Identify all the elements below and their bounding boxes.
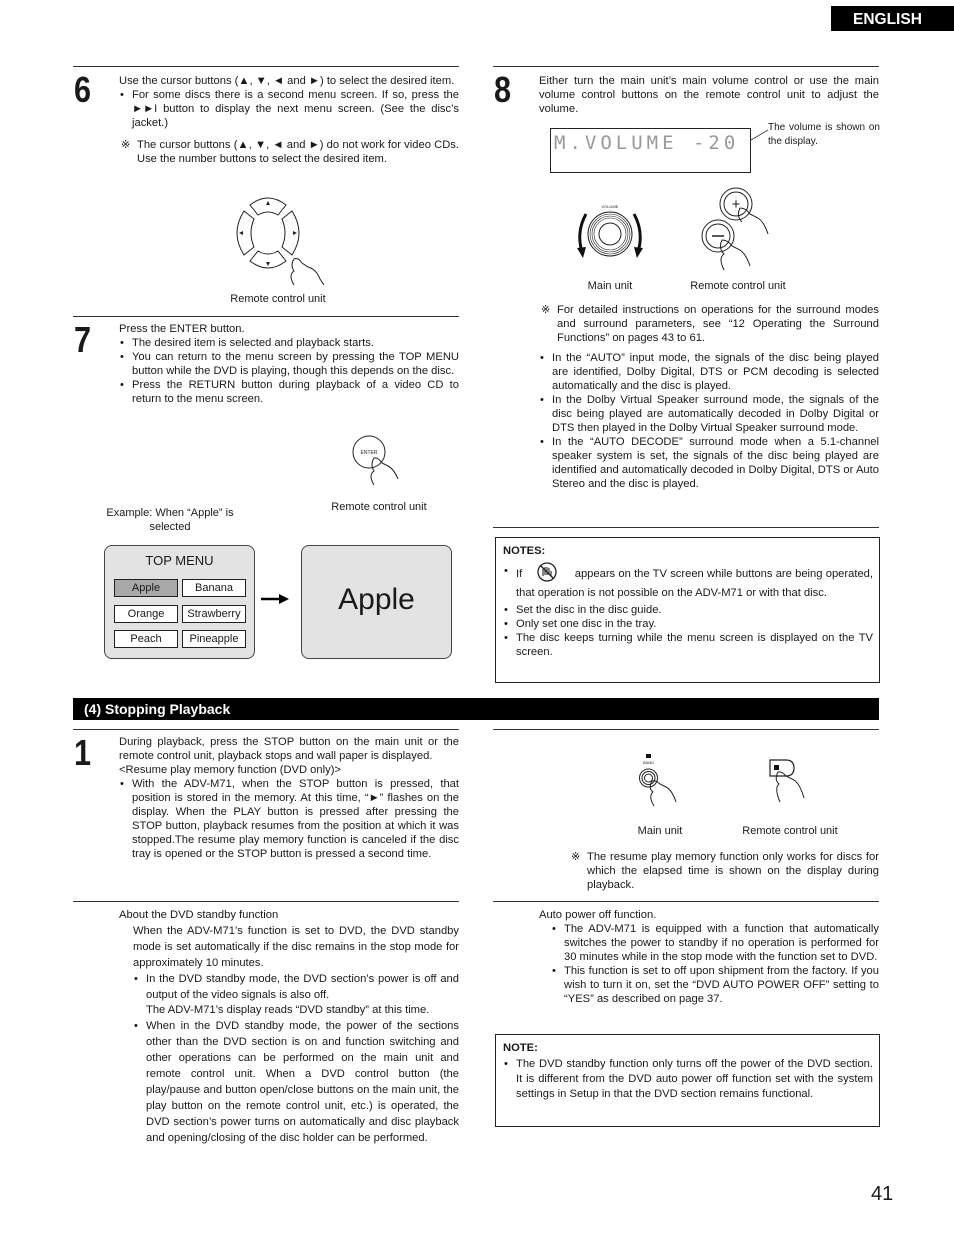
step7-bullet: The desired item is selected and playbac… [119,336,459,350]
step8-intro: Either turn the main unit’s main volume … [539,75,879,115]
standby-heading: About the DVD standby function [119,909,279,921]
menu-item-pineapple[interactable]: Pineapple [182,630,246,648]
standby-intro: When the ADV-M71’s function is set to DV… [133,924,459,969]
auto-power-off-section: Auto power off function. The ADV-M71 is … [539,908,879,1006]
figure-caption: Remote control unit [230,293,326,305]
notes-item: The disc keeps turning while the menu sc… [503,631,873,659]
remote-stop-button-icon [769,759,805,803]
prohibited-hand-icon [537,562,558,582]
step-number: 6 [74,69,92,110]
step7-text: Press the ENTER button. The desired item… [119,322,459,406]
top-menu-example: TOP MENU Apple Banana Orange Strawberry … [104,545,255,659]
auto-power-off-heading: Auto power off function. [539,909,657,921]
svg-text:VOLUME: VOLUME [602,204,619,209]
notes-box: NOTES: If appears on the TV screen while… [495,537,880,683]
remote-caption: Remote control unit [690,280,786,292]
notes-item: Set the disc in the disc guide. [503,603,873,617]
step8-bullet: In the Dolby Virtual Speaker surround mo… [539,393,879,435]
step7-bullet: You can return to the menu screen by pre… [119,350,459,378]
menu-item-banana[interactable]: Banana [182,579,246,597]
resume-reference: The resume play memory function only wor… [569,850,879,892]
menu-item-strawberry[interactable]: Strawberry [182,605,246,623]
stop-band-button-icon: BAND [639,754,677,807]
step8-reference-note: For detailed instructions on operations … [539,303,879,345]
pointing-hand-icon [290,258,325,286]
auto-power-off-bullet: This function is set to off upon shipmen… [551,964,879,1006]
step-number: 7 [74,319,92,360]
stop-icon [774,765,779,770]
rotate-cw-arrow-icon [632,213,642,253]
notes-item: Only set one disc in the tray. [503,617,873,631]
stop-icon [646,754,651,758]
step8-bullet: In the “AUTO DECODE” surround mode when … [539,435,879,491]
divider [493,527,879,528]
figure-caption: Remote control unit [331,501,427,513]
remote-caption: Remote control unit [742,825,838,837]
cursor-up-icon [249,197,287,216]
page-number: 41 [871,1183,894,1205]
divider [493,901,879,902]
stop-step1-intro: During playback, press the STOP button o… [119,736,459,762]
main-unit-caption: Main unit [587,280,633,292]
display-callout: The volume is shown on the display. [768,122,880,147]
step6-text: Use the cursor buttons (▲, ▼, ◄ and ►) t… [119,74,459,166]
standby-bullet: When in the DVD standby mode, the power … [133,1019,459,1146]
volume-buttons-icon: + [701,187,769,271]
result-screen-text: Apple [338,583,415,616]
standby-section: About the DVD standby function When the … [119,908,459,1147]
svg-text:BAND: BAND [643,760,654,765]
step7-bullet: Press the RETURN button during playback … [119,378,459,406]
divider [493,66,879,67]
step8-bullet: In the “AUTO” input mode, the signals of… [539,351,879,393]
stop-step1-bullet: With the ADV-M71, when the STOP button i… [119,777,459,861]
example-caption: Example: When “Apple” is selected [106,507,234,533]
top-menu-title: TOP MENU [145,553,214,568]
auto-power-off-bullet: The ADV-M71 is equipped with a function … [551,922,879,964]
divider [493,729,879,730]
volume-display: M.VOLUME -20 [550,128,751,173]
note-title: NOTE: [503,1042,538,1054]
notes-item: If appears on the TV screen while button… [503,562,873,603]
menu-item-apple[interactable]: Apple [114,579,178,597]
volume-display-text: M.VOLUME -20 [554,132,740,154]
divider [73,901,459,902]
main-unit-caption: Main unit [637,825,683,837]
svg-text:ENTER: ENTER [361,450,378,456]
divider [73,729,459,730]
step6-intro: Use the cursor buttons (▲, ▼, ◄ and ►) t… [119,75,455,87]
step8-details: For detailed instructions on operations … [539,303,879,491]
language-tab: ENGLISH [831,6,954,31]
standby-bullet: In the DVD standby mode, the DVD section… [133,972,459,1020]
menu-item-orange[interactable]: Orange [114,605,178,623]
step6-bullet: For some discs there is a second menu sc… [119,88,459,130]
result-screen: Apple [301,545,452,659]
step6-reference-note: The cursor buttons (▲, ▼, ◄ and ►) do no… [119,138,459,166]
resume-subheading: <Resume play memory function (DVD only)> [119,764,341,776]
note-item: The DVD standby function only turns off … [503,1057,873,1102]
note-box: NOTE: The DVD standby function only turn… [495,1034,880,1127]
resume-reference-note: The resume play memory function only wor… [569,850,879,892]
divider [73,66,459,67]
enter-button-icon: ENTER [352,435,399,486]
section-heading: (4) Stopping Playback [73,698,879,720]
menu-item-peach[interactable]: Peach [114,630,178,648]
step-number: 1 [74,732,92,773]
notes-title: NOTES: [503,545,546,557]
volume-knob-icon: VOLUME [577,204,643,258]
divider [73,316,459,317]
step-number: 8 [494,69,512,110]
stop-step1-text: During playback, press the STOP button o… [119,735,459,861]
arrow-right-icon [261,594,289,604]
rotate-ccw-arrow-icon [578,213,588,253]
cursor-pad-icon [236,197,325,286]
step7-intro: Press the ENTER button. [119,323,245,335]
